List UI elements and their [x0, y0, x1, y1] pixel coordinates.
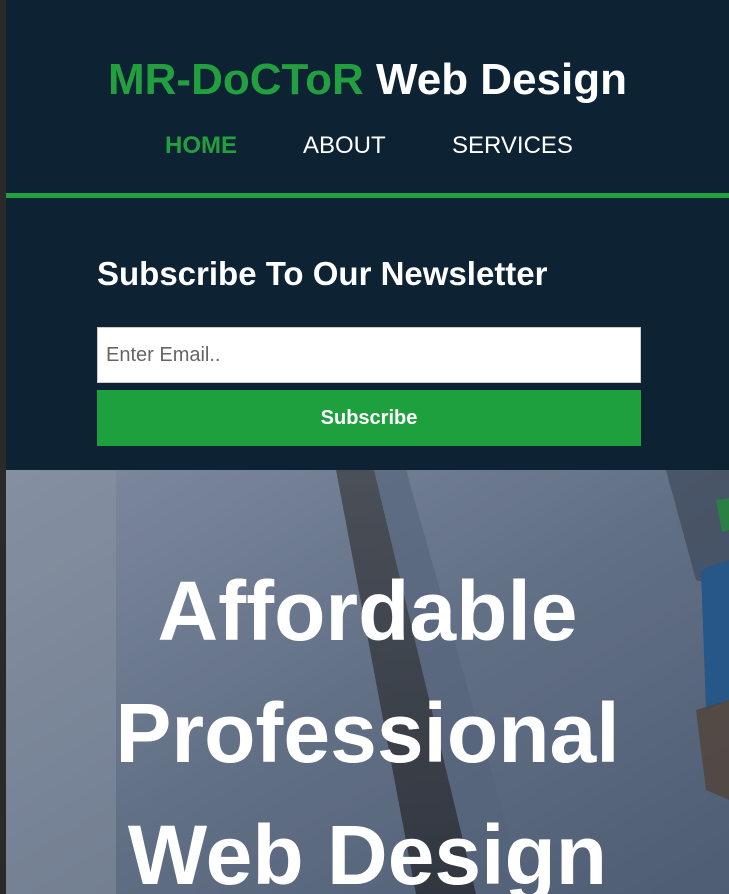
subscribe-button[interactable]: Subscribe [97, 390, 641, 446]
hero-title-line-2: Professional [115, 686, 620, 780]
web-page: MR-DoCToR Web Design HOME ABOUT SERVICES… [6, 0, 729, 894]
nav-about-link[interactable]: ABOUT [303, 130, 386, 162]
newsletter-title: Subscribe To Our Newsletter [97, 255, 548, 292]
hero-title: Affordable Professional Web Design [6, 550, 729, 894]
hero-title-line-3: Web Design [127, 808, 608, 894]
hero-section: Affordable Professional Web Design [6, 470, 729, 894]
site-logo[interactable]: MR-DoCToR Web Design [6, 54, 729, 106]
hero-title-line-1: Affordable [157, 564, 578, 658]
site-header: MR-DoCToR Web Design HOME ABOUT SERVICES [6, 0, 729, 195]
main-nav: HOME ABOUT SERVICES [6, 130, 729, 162]
logo-brand-text: MR-DoCToR [107, 55, 364, 104]
nav-home-link[interactable]: HOME [165, 130, 237, 162]
email-input[interactable] [97, 327, 641, 383]
logo-rest-text: Web Design [363, 55, 627, 104]
nav-services-link[interactable]: SERVICES [452, 130, 573, 162]
newsletter-section: Subscribe To Our Newsletter Subscribe [6, 198, 729, 470]
